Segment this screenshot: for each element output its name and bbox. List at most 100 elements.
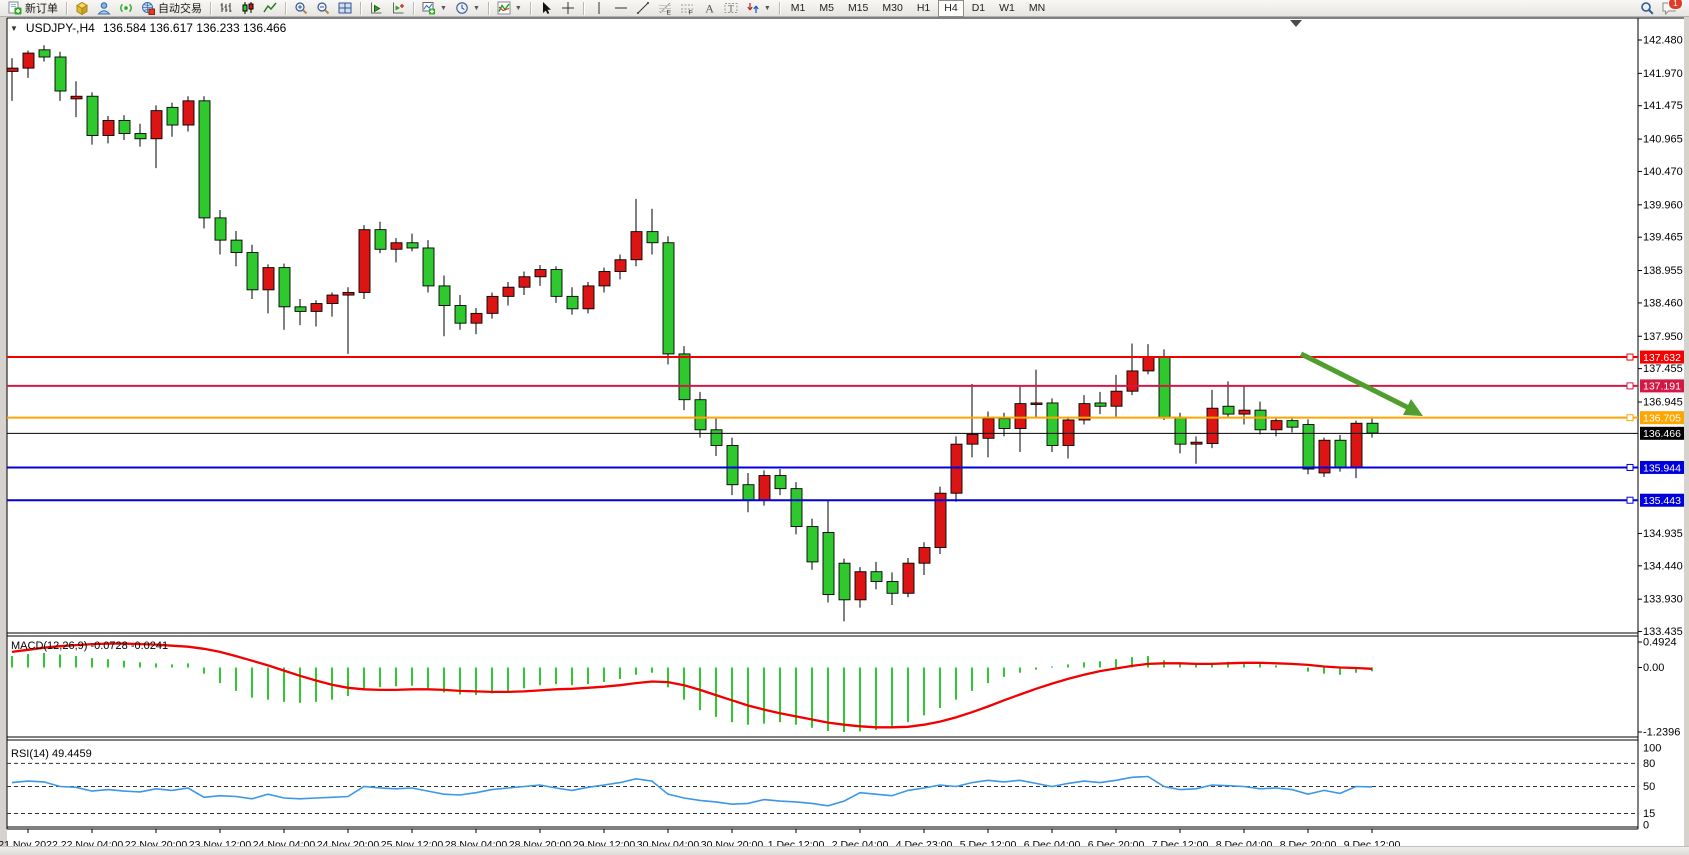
price-tick-label: 139.960 [1643,199,1683,211]
timeframe-button-m15[interactable]: M15 [842,0,874,17]
chat-button[interactable]: 1 [1659,0,1679,17]
zoomin-icon [294,1,308,15]
price-tick-label: 140.965 [1643,134,1683,146]
dropdown-arrow-icon[interactable]: ▼ [440,5,447,12]
texta-icon: A [702,1,716,15]
timeframe-button-h1[interactable]: H1 [911,0,936,17]
vline-icon [592,1,606,15]
toolbar-separator [210,2,211,15]
chart-shift-button[interactable] [388,0,408,17]
label-icon: T [724,1,738,15]
macd-scale-label: 0.4924 [1643,637,1677,649]
current-price-text: 136.466 [1643,428,1681,440]
candle-body [327,295,338,304]
toolbar-separator [530,2,531,15]
candle-body [535,270,546,277]
level-line-handle[interactable] [1627,383,1633,389]
candle-body [1303,425,1314,469]
toolbar-separator [285,2,286,15]
community-button[interactable] [94,0,114,17]
channel-button[interactable]: F [677,0,697,17]
timeframe-button-h4[interactable]: H4 [938,0,963,17]
svg-text:A: A [705,2,714,16]
search-icon [1640,1,1654,15]
line-chart-button[interactable] [260,0,280,17]
zoom-out-button[interactable] [313,0,333,17]
candle-body [583,286,594,309]
timeframe-button-m5[interactable]: M5 [813,0,840,17]
level-price-text: 137.191 [1643,381,1681,393]
level-line-handle[interactable] [1627,354,1633,360]
search-button[interactable] [1637,0,1657,17]
candle-body [215,218,226,240]
horizontal-line-button[interactable] [611,0,631,17]
candle-body [375,230,386,250]
timeframe-button-w1[interactable]: W1 [993,0,1021,17]
indicators-button[interactable]: ▼ [494,0,525,17]
candle-body [631,232,642,260]
candle-body [1223,406,1234,414]
candle-body [343,292,354,295]
candle-body [1191,442,1202,444]
level-line-handle[interactable] [1627,464,1633,470]
vertical-line-button[interactable] [589,0,609,17]
candlestick-chart-button[interactable] [238,0,258,17]
tile-windows-button[interactable] [335,0,355,17]
chart-background[interactable] [7,17,1684,848]
zoom-in-button[interactable] [291,0,311,17]
toolbar-separator [779,2,780,15]
candle-body [743,485,754,501]
hline-icon [614,1,628,15]
indicators-icon [497,1,511,15]
level-price-text: 135.443 [1643,495,1681,507]
timeframe-button-m30[interactable]: M30 [876,0,908,17]
candle-body [919,548,930,564]
candle-body [615,260,626,272]
text-button[interactable]: A [699,0,719,17]
chart-canvas[interactable]: 142.480141.970141.475140.965140.470139.9… [0,17,1689,848]
candle-body [1095,403,1106,406]
level-price-text: 136.705 [1643,412,1681,424]
candle-body [167,107,178,125]
dropdown-arrow-icon[interactable]: ▼ [764,5,771,12]
deposit-button[interactable] [72,0,92,17]
signals-button[interactable] [116,0,136,17]
candles-icon [241,1,255,15]
text-label-button[interactable]: T [721,0,741,17]
trendline-button[interactable] [633,0,653,17]
candle-body [87,96,98,135]
new-chart-button[interactable]: ▼ [419,0,450,17]
timeframe-button-d1[interactable]: D1 [966,0,991,17]
new-order-button[interactable]: 新订单 [5,0,61,17]
price-tick-label: 134.440 [1643,560,1683,572]
auto-scroll-button[interactable] [366,0,386,17]
fibonacci-button[interactable]: E [655,0,675,17]
cursor-button[interactable] [536,0,556,17]
candle-body [1239,410,1250,414]
dropdown-arrow-icon[interactable]: ▼ [473,5,480,12]
chart-title-bar: ▼ USDJPY-,H4 136.584 136.617 136.233 136… [10,21,286,35]
candle-body [679,354,690,400]
timeframe-button-m1[interactable]: M1 [785,0,812,17]
candle-body [951,444,962,493]
periods-button[interactable]: ▼ [452,0,483,17]
autoscroll-icon [369,1,383,15]
dropdown-arrow-icon[interactable]: ▼ [515,5,522,12]
timeframe-button-mn[interactable]: MN [1023,0,1051,17]
bar-chart-button[interactable] [216,0,236,17]
channel-icon: F [680,1,694,15]
candle-body [823,532,834,594]
candle-body [487,296,498,313]
one-click-collapse-icon[interactable]: ▼ [10,24,18,33]
crosshair-button[interactable] [558,0,578,17]
signal-icon [119,1,133,15]
arrows-button[interactable]: ▼ [743,0,774,17]
rsi-label: RSI(14) 49.4459 [11,748,92,760]
level-line-handle[interactable] [1627,415,1633,421]
candle-body [711,430,722,446]
profile-icon [97,1,111,15]
level-line-handle[interactable] [1627,497,1633,503]
rsi-scale-label: 15 [1643,808,1655,820]
auto-trading-button[interactable]: 自动交易 [138,0,205,17]
rsi-scale-label: 80 [1643,758,1655,770]
